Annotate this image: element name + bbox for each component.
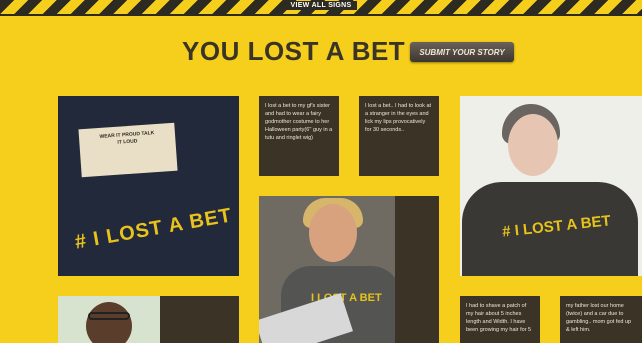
story-tile[interactable]: my father lost our home (twice) and a ca… (560, 296, 642, 343)
sign-card: WEAR IT PROUD TALK IT LOUD (78, 122, 178, 178)
submit-story-button[interactable]: SUBMIT YOUR STORY (410, 42, 514, 62)
story-text: I lost a bet.. I had to look at a strang… (365, 103, 432, 133)
sign-card-text: WEAR IT PROUD TALK IT LOUD (99, 130, 155, 146)
stripe-divider (0, 14, 642, 16)
view-all-signs-link[interactable]: VIEW ALL SIGNS (0, 1, 642, 10)
page-title: YOU LOST A BET (182, 36, 406, 66)
shirt-print-text: # I LOST A BET (73, 204, 234, 254)
glasses-shape (88, 312, 130, 320)
photo-face (86, 302, 132, 343)
story-tile[interactable]: I lost a bet.. I had to look at a strang… (359, 96, 439, 176)
view-all-label[interactable]: VIEW ALL SIGNS (284, 1, 358, 10)
story-text: I lost a bet to my gf's sister and had t… (265, 103, 333, 141)
photo-face (508, 114, 558, 176)
photo-tile-man[interactable] (58, 296, 160, 343)
dark-tile (395, 196, 439, 343)
photo-tile-woman[interactable]: # I LOST A BET (460, 96, 642, 276)
dark-tile (160, 296, 239, 343)
photo-face (309, 204, 357, 262)
story-tile[interactable]: I had to shave a patch of my hair about … (460, 296, 540, 343)
story-tile[interactable]: I lost a bet to my gf's sister and had t… (259, 96, 339, 176)
story-text: my father lost our home (twice) and a ca… (566, 303, 632, 333)
photo-tile-shirt[interactable]: WEAR IT PROUD TALK IT LOUD # I LOST A BE… (58, 96, 239, 276)
story-text: I had to shave a patch of my hair about … (466, 303, 532, 333)
